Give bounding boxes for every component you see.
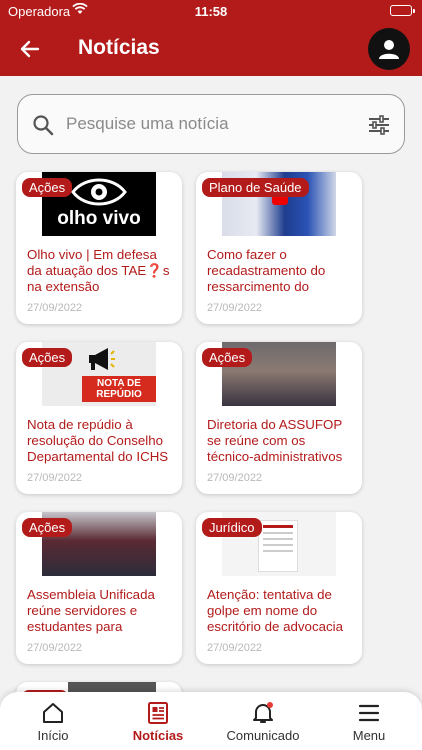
arrow-left-icon xyxy=(20,40,40,58)
news-date: 27/09/2022 xyxy=(207,642,263,654)
category-badge: Plano de Saúde xyxy=(202,178,309,197)
tab-noticias[interactable]: Notícias xyxy=(108,700,208,743)
filter-icon[interactable] xyxy=(368,114,390,141)
category-badge: Jurídico xyxy=(202,518,262,537)
profile-button[interactable] xyxy=(368,28,410,70)
eye-icon xyxy=(71,178,127,206)
news-title[interactable]: Como fazer o recadastramento do ressarci… xyxy=(207,247,354,295)
news-title[interactable]: Assembleia Unificada reúne servidores e … xyxy=(27,587,174,635)
bell-icon xyxy=(253,702,273,723)
news-date: 27/09/2022 xyxy=(207,302,263,314)
page-title: Notícias xyxy=(78,36,160,59)
search-bar[interactable]: Pesquise uma notícia xyxy=(17,94,405,154)
thumbnail-caption: NOTA DE REPÚDIO xyxy=(82,376,156,402)
news-title[interactable]: Atenção: tentativa de golpe em nome do e… xyxy=(207,587,354,635)
news-title[interactable]: Olho vivo | Em defesa da atuação dos TAE… xyxy=(27,247,174,295)
news-date: 27/09/2022 xyxy=(27,642,83,654)
thumbnail-caption: olho vivo xyxy=(57,208,141,229)
tab-comunicado[interactable]: Comunicado xyxy=(213,700,313,743)
document-icon xyxy=(258,520,298,572)
tab-label: Início xyxy=(37,728,69,743)
tab-menu[interactable]: Menu xyxy=(319,700,419,743)
news-card[interactable]: Plano de Saúde Como fazer o recadastrame… xyxy=(196,172,362,324)
app-header: Notícias xyxy=(0,22,422,76)
news-card[interactable]: Jurídico Atenção: tentativa de golpe em … xyxy=(196,512,362,664)
tab-label: Notícias xyxy=(132,728,184,743)
home-icon xyxy=(43,703,63,723)
tab-label: Comunicado xyxy=(226,728,300,743)
news-title[interactable]: Diretoria do ASSUFOP se reúne com os téc… xyxy=(207,417,354,465)
megaphone-icon xyxy=(89,348,115,370)
back-button[interactable] xyxy=(16,35,44,63)
news-card[interactable]: Ações Assembleia Unificada reúne servido… xyxy=(16,512,182,664)
user-icon xyxy=(379,40,399,59)
menu-icon xyxy=(358,704,380,722)
bottom-tab-bar: Início Notícias Comunicado Menu xyxy=(0,692,422,750)
news-title[interactable]: Nota de repúdio à resolução do Conselho … xyxy=(27,417,174,465)
news-date: 27/09/2022 xyxy=(27,472,83,484)
news-date: 27/09/2022 xyxy=(207,472,263,484)
tab-inicio[interactable]: Início xyxy=(3,700,103,743)
status-bar: Operadora 11:58 xyxy=(0,0,422,22)
news-card[interactable]: NOTA DE REPÚDIO Ações Nota de repúdio à … xyxy=(16,342,182,494)
news-card[interactable]: Ações Diretoria do ASSUFOP se reúne com … xyxy=(196,342,362,494)
category-badge: Ações xyxy=(22,178,73,197)
battery-icon xyxy=(390,5,415,16)
search-input[interactable]: Pesquise uma notícia xyxy=(66,114,229,134)
search-icon xyxy=(32,114,54,141)
category-badge: Ações xyxy=(22,518,73,537)
category-badge: Ações xyxy=(202,348,253,367)
newspaper-icon xyxy=(148,702,168,724)
news-date: 27/09/2022 xyxy=(27,302,83,314)
tab-label: Menu xyxy=(352,728,386,743)
clock: 11:58 xyxy=(194,4,228,19)
category-badge: Ações xyxy=(22,348,73,367)
news-card[interactable]: olho vivo Ações Olho vivo | Em defesa da… xyxy=(16,172,182,324)
